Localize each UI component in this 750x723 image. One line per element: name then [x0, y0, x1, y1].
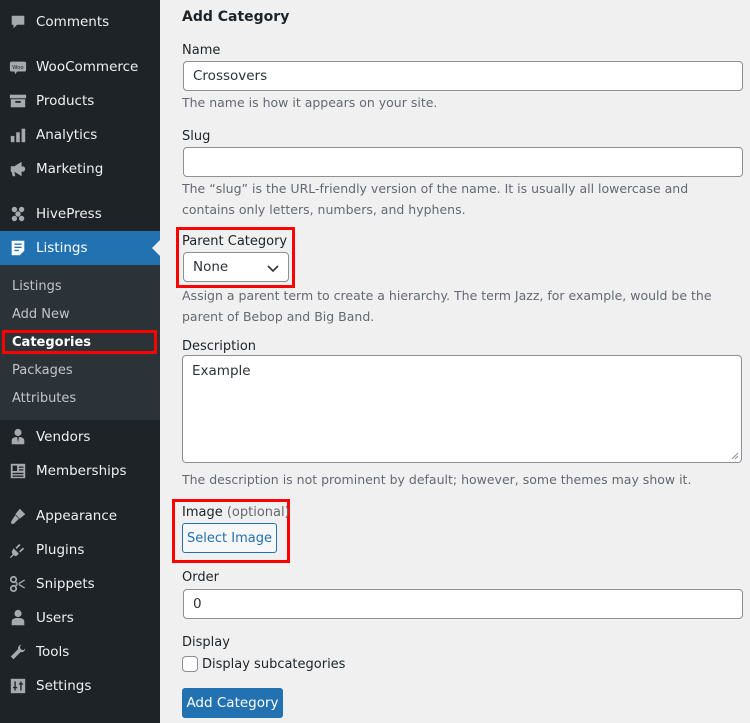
sidebar-item-label: Plugins	[36, 542, 85, 558]
submenu-item-listings[interactable]: Listings	[12, 274, 62, 298]
display-label: Display	[182, 635, 230, 650]
sidebar-item-tools[interactable]: Tools	[0, 635, 160, 669]
sidebar-item-users[interactable]: Users	[0, 601, 160, 635]
sidebar-item-label: Settings	[36, 678, 92, 694]
name-label: Name	[182, 43, 221, 58]
display-subcategories-checkbox[interactable]	[182, 656, 198, 672]
comment-icon	[8, 12, 28, 32]
sidebar-item-listings[interactable]: Listings	[0, 231, 160, 265]
sidebar-item-label: Users	[36, 610, 74, 626]
submenu-item-packages[interactable]: Packages	[12, 358, 73, 382]
id-card-icon	[8, 461, 28, 481]
admin-sidebar: Comments Woo WooCommerce Products Analyt…	[0, 0, 160, 723]
listings-submenu: Listings Add New Categories Packages Att…	[0, 265, 160, 420]
image-label: Image (optional)	[182, 505, 290, 520]
sidebar-item-label: Comments	[36, 14, 110, 30]
slug-label: Slug	[182, 129, 211, 144]
description-help: The description is not prominent by defa…	[182, 472, 692, 487]
sidebar-item-label: Appearance	[36, 508, 118, 524]
sidebar-item-hivepress[interactable]: HivePress	[0, 197, 160, 231]
plug-icon	[8, 540, 28, 560]
description-textarea[interactable]: Example	[182, 355, 742, 463]
megaphone-icon	[8, 159, 28, 179]
sidebar-item-label: Marketing	[36, 161, 104, 177]
archive-icon	[8, 91, 28, 111]
woo-icon: Woo	[8, 57, 28, 77]
sidebar-item-settings[interactable]: Settings	[0, 669, 160, 703]
form-title: Add Category	[182, 9, 290, 25]
sidebar-item-label: Memberships	[36, 463, 127, 479]
sidebar-item-appearance[interactable]: Appearance	[0, 499, 160, 533]
submenu-item-attributes[interactable]: Attributes	[12, 386, 76, 410]
select-image-button[interactable]: Select Image	[182, 523, 277, 553]
listing-icon	[8, 238, 28, 258]
sidebar-item-woocommerce[interactable]: Woo WooCommerce	[0, 50, 160, 84]
sidebar-item-analytics[interactable]: Analytics	[0, 118, 160, 152]
name-input[interactable]: Crossovers	[183, 61, 743, 91]
sliders-icon	[8, 676, 28, 696]
sidebar-item-label: Tools	[36, 644, 70, 660]
display-subcategories-label[interactable]: Display subcategories	[202, 657, 345, 672]
resize-handle-icon[interactable]	[731, 452, 739, 460]
sidebar-item-memberships[interactable]: Memberships	[0, 454, 160, 488]
sidebar-item-comments[interactable]: Comments	[0, 5, 160, 39]
sidebar-item-label: Analytics	[36, 127, 98, 143]
paintbrush-icon	[8, 506, 28, 526]
sidebar-item-label: Vendors	[36, 429, 91, 445]
slug-help: The “slug” is the URL-friendly version o…	[182, 181, 689, 217]
slug-input[interactable]	[183, 147, 743, 177]
sidebar-item-label: HivePress	[36, 206, 102, 222]
name-help: The name is how it appears on your site.	[182, 95, 438, 110]
sidebar-item-snippets[interactable]: Snippets	[0, 567, 160, 601]
wrench-icon	[8, 642, 28, 662]
add-category-button[interactable]: Add Category	[182, 688, 283, 718]
scissors-icon	[8, 574, 28, 594]
image-optional-note: (optional)	[226, 505, 290, 520]
svg-text:Woo: Woo	[12, 65, 24, 71]
sidebar-item-label: Products	[36, 93, 95, 109]
sidebar-item-vendors[interactable]: Vendors	[0, 420, 160, 454]
order-label: Order	[182, 570, 219, 585]
sidebar-item-marketing[interactable]: Marketing	[0, 152, 160, 186]
order-input[interactable]: 0	[183, 589, 743, 619]
sidebar-item-label: WooCommerce	[36, 59, 139, 75]
parent-category-value: None	[193, 259, 229, 275]
parent-category-select[interactable]: None	[183, 252, 289, 282]
submenu-item-add-new[interactable]: Add New	[12, 302, 70, 326]
sidebar-item-label: Listings	[36, 240, 88, 256]
businessperson-icon	[8, 427, 28, 447]
sidebar-item-plugins[interactable]: Plugins	[0, 533, 160, 567]
sidebar-item-products[interactable]: Products	[0, 84, 160, 118]
parent-category-label: Parent Category	[182, 234, 288, 249]
parent-category-help: Assign a parent term to create a hierarc…	[182, 288, 712, 324]
chevron-down-icon	[267, 265, 279, 273]
current-menu-arrow	[152, 240, 160, 256]
user-icon	[8, 608, 28, 628]
description-value: Example	[192, 363, 251, 379]
sidebar-item-label: Snippets	[36, 576, 95, 592]
submenu-item-categories[interactable]: Categories	[12, 330, 91, 354]
description-label: Description	[182, 339, 257, 354]
hivepress-icon	[8, 204, 28, 224]
bar-chart-icon	[8, 125, 28, 145]
